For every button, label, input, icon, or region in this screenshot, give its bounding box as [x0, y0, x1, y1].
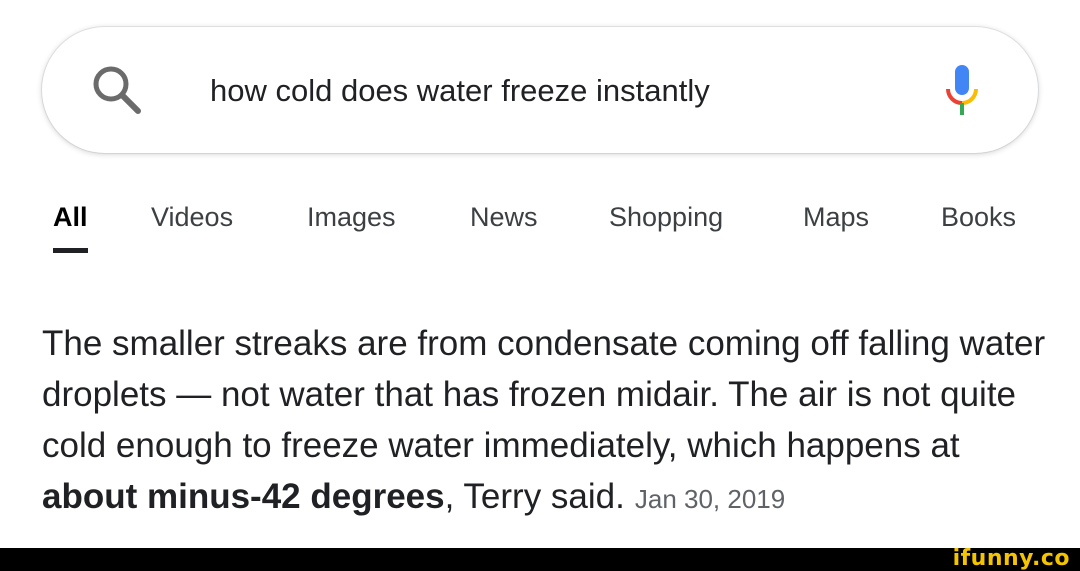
snippet-text-end: , Terry said. — [444, 477, 625, 516]
tab-all[interactable]: All — [53, 200, 88, 234]
search-bar[interactable]: how cold does water freeze instantly — [42, 27, 1038, 153]
watermark-bar — [0, 548, 1080, 571]
snippet-date: Jan 30, 2019 — [634, 484, 786, 514]
tab-books[interactable]: Books — [941, 200, 1016, 234]
search-input[interactable]: how cold does water freeze instantly — [210, 71, 710, 111]
tab-videos[interactable]: Videos — [151, 200, 233, 234]
active-tab-indicator — [53, 248, 88, 253]
tab-shopping[interactable]: Shopping — [609, 200, 723, 234]
microphone-icon[interactable] — [942, 63, 982, 119]
tab-images[interactable]: Images — [307, 200, 396, 234]
featured-snippet: The smaller streaks are from condensate … — [42, 318, 1052, 525]
tab-news[interactable]: News — [470, 200, 538, 234]
tab-maps[interactable]: Maps — [803, 200, 869, 234]
search-icon[interactable] — [90, 63, 144, 117]
ifunny-watermark: ifunny.co — [952, 546, 1070, 571]
snippet-highlight: about minus-42 degrees — [42, 477, 445, 516]
snippet-text: The smaller streaks are from condensate … — [42, 324, 1046, 465]
search-tabs: All Videos Images News Shopping Maps Boo… — [0, 196, 1080, 266]
